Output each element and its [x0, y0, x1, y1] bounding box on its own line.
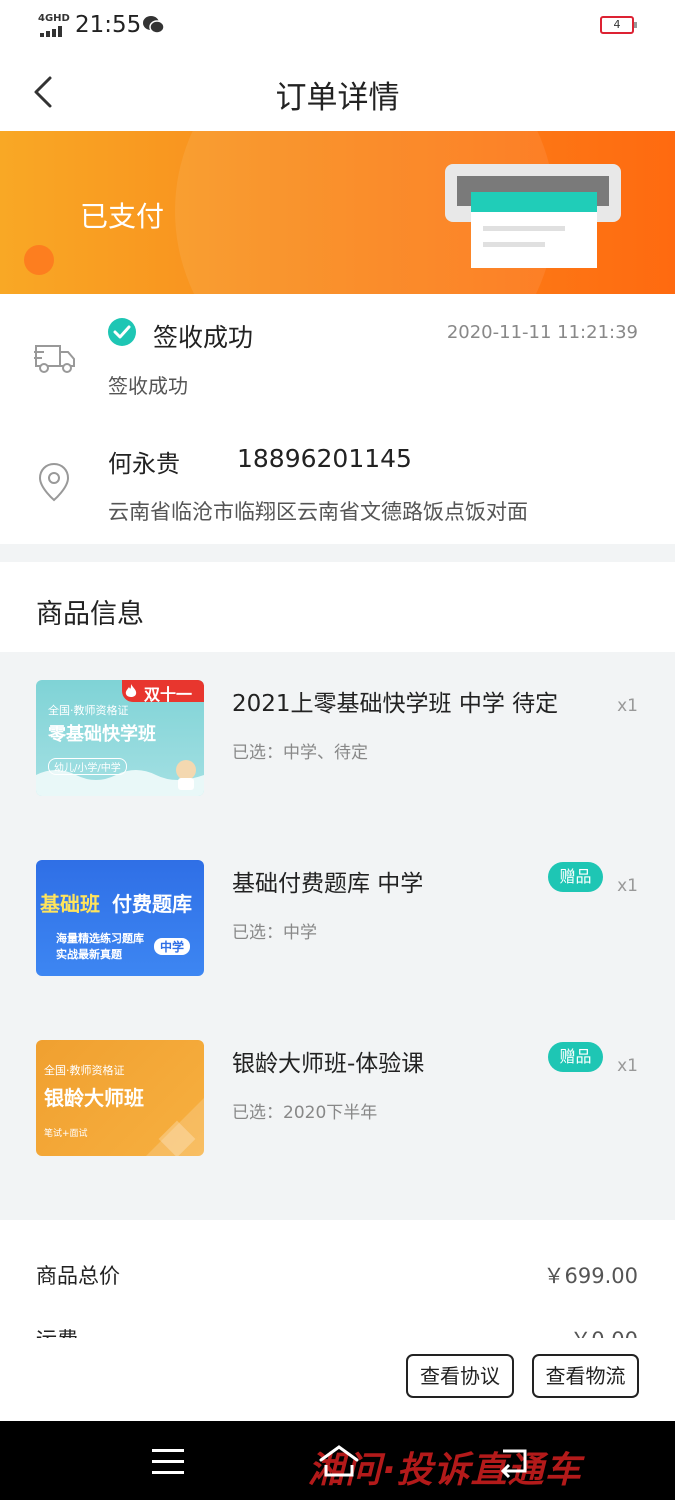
thumb-tag: 中学	[154, 938, 191, 955]
receipt-printer-icon	[445, 164, 621, 268]
product-quantity: x1	[617, 1056, 638, 1076]
thumb-line2: 银龄大师班	[44, 1086, 144, 1110]
shipping-label: 运费	[36, 1324, 78, 1338]
receiver-address: 云南省临沧市临翔区云南省文德路饭点饭对面	[108, 500, 528, 524]
truck-icon	[34, 345, 75, 373]
product-quantity: x1	[617, 876, 638, 896]
product-name: 银龄大师班-体验课	[232, 1051, 425, 1077]
thumb-line1: 全国·教师资格证	[44, 1064, 125, 1077]
thumb-line2: 海量精选练习题库	[56, 932, 144, 945]
products-header: 商品信息	[0, 562, 675, 652]
product-name: 2021上零基础快学班 中学 待定	[232, 691, 559, 717]
thumb-line2: 零基础快学班	[48, 724, 156, 745]
product-thumbnail: 全国·教师资格证 银龄大师班 笔试+面试	[36, 1040, 204, 1156]
thumb-line1a: 基础班	[40, 892, 100, 916]
product-item[interactable]: 全国·教师资格证 银龄大师班 笔试+面试 银龄大师班-体验课 已选：2020下半…	[0, 1012, 675, 1192]
section-divider	[0, 544, 675, 562]
thumb-line3: 实战最新真题	[56, 948, 122, 961]
system-nav-bar: 湘问·投诉直通车	[0, 1421, 675, 1500]
clock: 21:55	[75, 12, 142, 38]
product-selection: 已选：中学、待定	[232, 743, 368, 763]
product-quantity: x1	[617, 696, 638, 716]
thumb-line3: 笔试+面试	[44, 1129, 88, 1139]
location-pin-icon	[38, 462, 70, 502]
goods-total-label: 商品总价	[36, 1264, 120, 1288]
thumb-line3: 幼儿/小学/中学	[48, 758, 127, 775]
fire-icon	[125, 684, 137, 697]
thumb-line1b: 付费题库	[112, 892, 192, 916]
product-selection: 已选：2020下半年	[232, 1103, 378, 1123]
action-bar: 查看协议 查看物流	[0, 1338, 675, 1421]
status-bar: 4GHD 21:55 4	[0, 0, 675, 52]
delivery-status-desc: 签收成功	[108, 374, 188, 398]
price-summary: 商品总价 ￥699.00 运费 ￥0.00	[0, 1220, 675, 1338]
product-selection: 已选：中学	[232, 923, 317, 943]
gift-badge: 赠品	[548, 1042, 603, 1072]
page-title: 订单详情	[275, 80, 400, 116]
nav-bar: 订单详情	[0, 52, 675, 132]
signal-icon	[40, 26, 62, 37]
order-status-banner: 已支付	[0, 131, 675, 294]
product-item[interactable]: 基础班 付费题库 海量精选练习题库 实战最新真题 中学 基础付费题库 中学 已选…	[0, 832, 675, 1012]
home-icon[interactable]	[318, 1443, 360, 1479]
network-type: 4GHD	[38, 13, 70, 24]
receiver-name: 何永贵	[108, 450, 180, 478]
promo-tag-label: 双十一	[143, 685, 192, 704]
menu-icon[interactable]	[152, 1447, 186, 1475]
thumb-line1: 全国·教师资格证	[48, 704, 129, 717]
order-status: 已支付	[80, 200, 165, 233]
banner-dot	[24, 245, 54, 275]
delivery-time: 2020-11-11 11:21:39	[446, 322, 638, 343]
receiver-phone: 18896201145	[237, 444, 412, 473]
gift-badge: 赠品	[548, 862, 603, 892]
product-name: 基础付费题库 中学	[232, 871, 424, 897]
goods-total-value: ￥699.00	[543, 1264, 638, 1288]
product-list: 双十一 全国·教师资格证 零基础快学班 幼儿/小学/中学 2021上零基础快学班…	[0, 652, 675, 1220]
battery-icon: 4	[600, 16, 637, 34]
products-section-title: 商品信息	[36, 599, 144, 630]
wechat-icon	[143, 16, 165, 34]
back-icon[interactable]	[495, 1445, 531, 1479]
delivery-status-title: 签收成功	[153, 323, 254, 352]
view-contract-button[interactable]: 查看协议	[406, 1354, 514, 1398]
check-circle-icon	[108, 318, 136, 346]
logistics-section[interactable]: 签收成功 2020-11-11 11:21:39 签收成功 何永贵 188962…	[0, 294, 675, 544]
shipping-value: ￥0.00	[570, 1324, 638, 1338]
view-logistics-button[interactable]: 查看物流	[532, 1354, 639, 1398]
product-thumbnail: 双十一 全国·教师资格证 零基础快学班 幼儿/小学/中学	[36, 680, 204, 796]
product-thumbnail: 基础班 付费题库 海量精选练习题库 实战最新真题 中学	[36, 860, 204, 976]
product-item[interactable]: 双十一 全国·教师资格证 零基础快学班 幼儿/小学/中学 2021上零基础快学班…	[0, 652, 675, 832]
